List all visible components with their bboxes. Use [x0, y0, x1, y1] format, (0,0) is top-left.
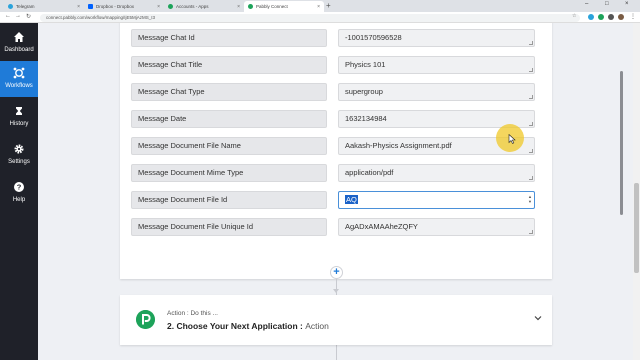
- url-text: connect.pabbly.com/workflow/mapping/IjE5…: [46, 14, 155, 20]
- dropbox-icon: [88, 4, 93, 9]
- reload-icon[interactable]: ↻: [26, 13, 31, 20]
- home-icon: [14, 32, 24, 42]
- add-step-button[interactable]: +: [330, 266, 343, 279]
- resize-handle[interactable]: [529, 122, 533, 126]
- browser-tab-strip: Telegram × Dropbox - Dropbox × Accounts …: [0, 0, 640, 12]
- field-value-text: 1632134984: [345, 114, 387, 123]
- forward-icon[interactable]: →: [15, 13, 21, 19]
- action-title: 2. Choose Your Next Application : Action: [167, 321, 329, 331]
- back-icon[interactable]: ←: [5, 13, 11, 19]
- field-label: Message Chat Id: [131, 29, 327, 47]
- resize-handle[interactable]: [529, 176, 533, 180]
- tab-title: Pabbly Connect: [256, 4, 288, 9]
- sidebar-item-settings[interactable]: Settings: [0, 137, 38, 173]
- resize-handle[interactable]: [529, 230, 533, 234]
- sidebar-item-workflows[interactable]: Workflows: [0, 61, 38, 97]
- field-value-text: AgADxAMAAheZQFY: [345, 222, 418, 231]
- resize-handle[interactable]: [529, 41, 533, 45]
- maximize-icon[interactable]: □: [605, 1, 609, 7]
- chevron-down-icon[interactable]: [534, 315, 542, 321]
- extensions-icon[interactable]: [608, 14, 614, 20]
- sidebar-item-help[interactable]: ? Help: [0, 175, 38, 211]
- resize-handle[interactable]: [529, 149, 533, 153]
- card-scrollbar-thumb[interactable]: [620, 71, 623, 215]
- sidebar-item-label: History: [9, 121, 29, 127]
- mouse-cursor-icon: [508, 134, 516, 144]
- tab-title: Accounts - Apps: [176, 4, 209, 9]
- browser-tab-pabbly-connect[interactable]: Pabbly Connect ×: [244, 1, 324, 12]
- close-icon[interactable]: ×: [317, 4, 320, 10]
- connector-line: [336, 345, 337, 360]
- workflows-icon: [13, 67, 25, 79]
- browser-tab-telegram[interactable]: Telegram ×: [4, 1, 84, 12]
- address-bar[interactable]: connect.pabbly.com/workflow/mapping/IjE5…: [40, 13, 580, 22]
- field-value[interactable]: supergroup: [338, 83, 535, 101]
- field-label: Message Document Mime Type: [131, 164, 327, 182]
- action-step-card[interactable]: Action : Do this ... 2. Choose Your Next…: [120, 295, 552, 345]
- field-label: Message Date: [131, 110, 327, 128]
- extension-icon[interactable]: [598, 14, 604, 20]
- sidebar-item-label: Settings: [8, 159, 30, 165]
- close-icon[interactable]: ×: [77, 4, 80, 10]
- browser-tab-dropbox[interactable]: Dropbox - Dropbox ×: [84, 1, 164, 12]
- new-tab-button[interactable]: +: [326, 1, 331, 10]
- field-value[interactable]: -1001570596528: [338, 29, 535, 47]
- workflow-canvas: Message Chat Id -1001570596528 Message C…: [38, 23, 640, 360]
- minimize-icon[interactable]: –: [585, 1, 588, 7]
- page-scrollbar[interactable]: [633, 23, 640, 360]
- field-label: Message Chat Title: [131, 56, 327, 74]
- close-icon[interactable]: ×: [237, 4, 240, 10]
- sidebar-item-label: Help: [12, 197, 26, 203]
- close-window-icon[interactable]: ×: [625, 1, 629, 7]
- field-value-text: -1001570596528: [345, 33, 402, 42]
- help-icon: ?: [14, 182, 24, 192]
- action-title-text: 2. Choose Your Next Application :: [167, 321, 303, 331]
- field-value[interactable]: AgADxAMAAheZQFY: [338, 218, 535, 236]
- page-scrollbar-thumb[interactable]: [634, 183, 639, 273]
- field-label: Message Document File Unique Id: [131, 218, 327, 236]
- spin-arrows-icon[interactable]: ▲ ▼: [528, 194, 532, 204]
- field-value[interactable]: application/pdf: [338, 164, 535, 182]
- sidebar-item-label: Workflows: [5, 83, 33, 89]
- star-icon[interactable]: ☆: [572, 13, 576, 19]
- field-value-text: Physics 101: [345, 60, 386, 69]
- field-value-text: supergroup: [345, 87, 383, 96]
- field-label: Message Document File Id: [131, 191, 327, 209]
- field-value-input-active[interactable]: AQ ▲ ▼: [338, 191, 535, 209]
- sidebar: Dashboard Workflows History Settings ? H…: [0, 23, 38, 360]
- history-icon: [16, 107, 22, 115]
- mapping-card: Message Chat Id -1001570596528 Message C…: [120, 23, 623, 279]
- sidebar-item-label: Dashboard: [4, 47, 34, 53]
- pabbly-icon: [248, 4, 253, 9]
- tab-title: Telegram: [16, 4, 35, 9]
- resize-handle[interactable]: [529, 95, 533, 99]
- close-icon[interactable]: ×: [157, 4, 160, 10]
- tab-title: Dropbox - Dropbox: [96, 4, 135, 9]
- arrow-down-icon: [333, 289, 339, 293]
- sidebar-item-history[interactable]: History: [0, 99, 38, 135]
- field-value-text: Aakash-Physics Assignment.pdf: [345, 141, 452, 150]
- profile-avatar[interactable]: [618, 14, 624, 20]
- telegram-icon: [8, 4, 13, 9]
- field-value-text: application/pdf: [345, 168, 394, 177]
- browser-toolbar: ← → ↻ connect.pabbly.com/workflow/mappin…: [0, 12, 640, 23]
- pabbly-icon: [168, 4, 173, 9]
- field-value[interactable]: Physics 101: [338, 56, 535, 74]
- field-label: Message Chat Type: [131, 83, 327, 101]
- svg-text:?: ?: [17, 183, 22, 192]
- gear-icon: [14, 144, 24, 154]
- action-title-suffix: Action: [305, 321, 329, 331]
- pabbly-logo-icon: [136, 310, 155, 329]
- browser-tab-accounts[interactable]: Accounts - Apps ×: [164, 1, 244, 12]
- field-label: Message Document File Name: [131, 137, 327, 155]
- extension-icon[interactable]: [588, 14, 594, 20]
- action-subtitle: Action : Do this ...: [167, 310, 218, 317]
- sidebar-item-dashboard[interactable]: Dashboard: [0, 25, 38, 61]
- resize-handle[interactable]: [529, 68, 533, 72]
- selected-text: AQ: [345, 195, 358, 204]
- menu-icon[interactable]: ⋮: [630, 13, 636, 20]
